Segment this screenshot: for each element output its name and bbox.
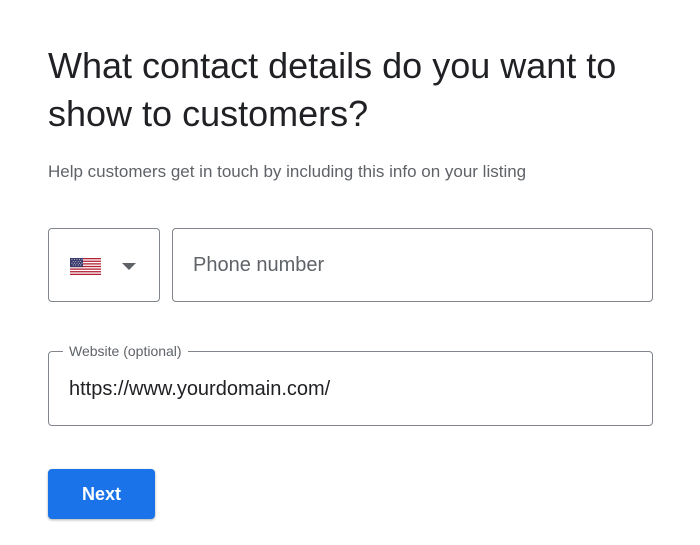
phone-number-field bbox=[172, 228, 653, 302]
contact-details-form: What contact details do you want to show… bbox=[0, 0, 700, 545]
country-code-select[interactable] bbox=[48, 228, 160, 302]
caret-down-icon bbox=[122, 263, 136, 270]
website-field-label: Website (optional) bbox=[63, 342, 188, 360]
website-field[interactable]: Website (optional) https://www.yourdomai… bbox=[48, 342, 653, 426]
page-title: What contact details do you want to show… bbox=[48, 45, 617, 134]
website-input-value[interactable]: https://www.yourdomain.com/ bbox=[69, 376, 330, 402]
next-button[interactable]: Next bbox=[48, 469, 155, 519]
us-flag-icon bbox=[70, 258, 101, 275]
phone-number-input[interactable] bbox=[173, 229, 652, 301]
page-subtitle: Help customers get in touch by including… bbox=[48, 162, 527, 181]
